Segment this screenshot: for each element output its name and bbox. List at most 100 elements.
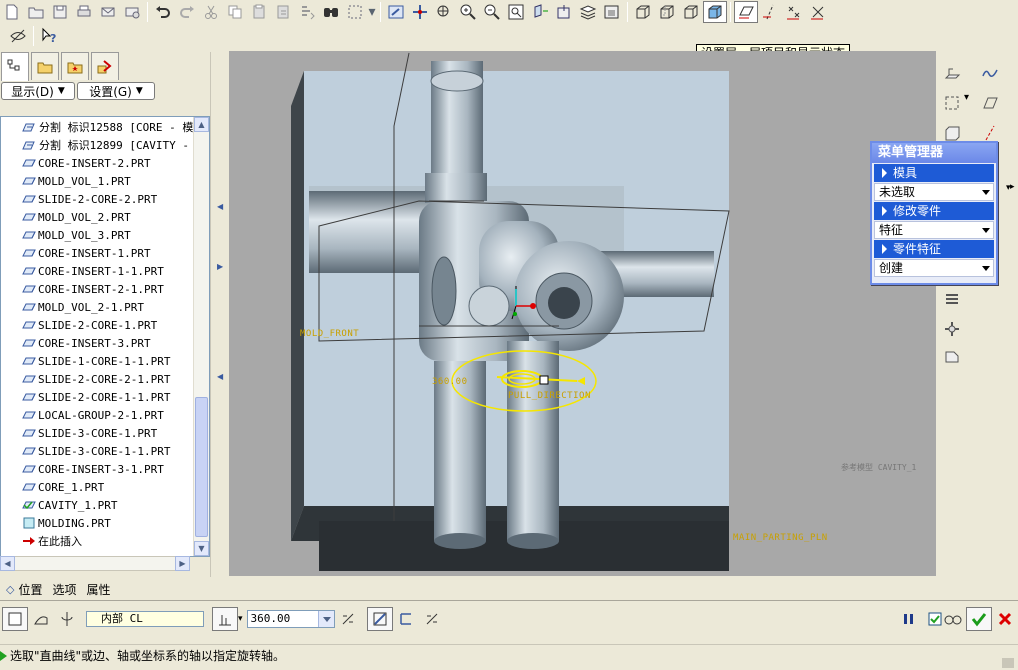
- layers-icon[interactable]: [576, 1, 600, 23]
- cancel-button[interactable]: [992, 607, 1018, 631]
- flip-side-icon[interactable]: [419, 607, 445, 631]
- dashboard-collapse-icon[interactable]: ◇: [6, 583, 14, 596]
- tree-vertical-scrollbar[interactable]: ▲ ▼: [193, 117, 209, 556]
- expand-right-icon[interactable]: ▶: [217, 262, 223, 271]
- shell-icon[interactable]: [940, 288, 964, 310]
- chevron-down-icon[interactable]: [317, 611, 334, 627]
- connections-tab[interactable]: [91, 52, 119, 80]
- paste-icon[interactable]: [247, 1, 271, 23]
- sash-divider[interactable]: ◀ ▶ ◀: [210, 52, 229, 577]
- hide-icon[interactable]: [6, 25, 30, 47]
- menu-select-create[interactable]: 创建: [874, 259, 994, 277]
- orient-mode-icon[interactable]: [432, 1, 456, 23]
- angle-type-icon[interactable]: [212, 607, 238, 631]
- tree-item[interactable]: MOLD_VOL_2.PRT: [1, 208, 195, 226]
- tree-item[interactable]: MOLD_VOL_3.PRT: [1, 226, 195, 244]
- tab-placement[interactable]: 位置: [18, 581, 42, 598]
- new-file-icon[interactable]: [0, 1, 24, 23]
- tree-item[interactable]: SLIDE-3-CORE-1-1.PRT: [1, 442, 195, 460]
- find-icon[interactable]: [319, 1, 343, 23]
- tree-item[interactable]: SLIDE-3-CORE-1.PRT: [1, 424, 195, 442]
- paste-special-icon[interactable]: [271, 1, 295, 23]
- undo-icon[interactable]: [151, 1, 175, 23]
- trim-icon[interactable]: [940, 92, 964, 114]
- tree-item[interactable]: CORE-INSERT-1.PRT: [1, 244, 195, 262]
- curve-icon[interactable]: [978, 62, 1002, 84]
- open-file-icon[interactable]: [24, 1, 48, 23]
- collapse-left-icon[interactable]: ◀: [217, 202, 223, 211]
- tree-item[interactable]: CORE-INSERT-1-1.PRT: [1, 262, 195, 280]
- email-icon[interactable]: [96, 1, 120, 23]
- tree-item[interactable]: SLIDE-2-CORE-1-1.PRT: [1, 388, 195, 406]
- chevron-down-icon[interactable]: ▾: [238, 614, 243, 624]
- refit-icon[interactable]: [504, 1, 528, 23]
- copy-icon[interactable]: [223, 1, 247, 23]
- verify-glasses-icon[interactable]: [940, 607, 966, 631]
- tree-item[interactable]: CAVITY_1.PRT: [1, 496, 195, 514]
- tree-item[interactable]: MOLD_VOL_1.PRT: [1, 172, 195, 190]
- axis-reference-field[interactable]: 内部 CL: [86, 611, 204, 627]
- tab-properties[interactable]: 属性: [87, 581, 111, 598]
- datum-points-icon[interactable]: [782, 1, 806, 23]
- email-link-icon[interactable]: [120, 1, 144, 23]
- scroll-right-icon[interactable]: ▶: [175, 556, 190, 571]
- model-tree-tab[interactable]: [1, 52, 29, 81]
- select-box-icon[interactable]: [343, 1, 367, 23]
- favorites-tab[interactable]: [61, 52, 89, 80]
- tree-item[interactable]: 分割 标识12899 [CAVITY - 模: [1, 136, 207, 154]
- scroll-thumb[interactable]: [195, 397, 208, 537]
- menu-header-modify-part[interactable]: 修改零件: [874, 202, 994, 220]
- hidden-line-icon[interactable]: [655, 1, 679, 23]
- solid-icon[interactable]: [2, 607, 28, 631]
- save-icon[interactable]: [48, 1, 72, 23]
- view-manager-icon[interactable]: [600, 1, 624, 23]
- tree-item[interactable]: 在此插入: [1, 532, 195, 550]
- tree-item[interactable]: 分割 标识12588 [CORE - 模具: [1, 118, 204, 136]
- collapse-left-icon[interactable]: ◀: [217, 372, 223, 381]
- cut-icon[interactable]: [199, 1, 223, 23]
- menu-select-feature[interactable]: 特征: [874, 221, 994, 239]
- tree-item[interactable]: MOLDING.PRT: [1, 514, 195, 532]
- zoom-in-icon[interactable]: [456, 1, 480, 23]
- datum-axes-icon[interactable]: [758, 1, 782, 23]
- context-help-icon[interactable]: ?: [37, 25, 61, 47]
- tree-item[interactable]: LOCAL-GROUP-2-1.PRT: [1, 406, 195, 424]
- regenerate-icon[interactable]: [295, 1, 319, 23]
- thicken-sketch-icon[interactable]: [393, 607, 419, 631]
- menu-select-mold[interactable]: 未选取: [874, 183, 994, 201]
- reorient-icon[interactable]: [528, 1, 552, 23]
- show-dropdown[interactable]: 显示(D) ▼: [1, 82, 75, 100]
- resize-grip[interactable]: [1002, 658, 1014, 668]
- repaint-icon[interactable]: [384, 1, 408, 23]
- folder-browser-tab[interactable]: [31, 52, 59, 80]
- tree-item[interactable]: CORE-INSERT-2.PRT: [1, 154, 195, 172]
- tree-item[interactable]: SLIDE-2-CORE-1.PRT: [1, 316, 195, 334]
- coordinate-systems-icon[interactable]: [806, 1, 830, 23]
- wireframe-icon[interactable]: [631, 1, 655, 23]
- menu-header-mold[interactable]: 模具: [874, 164, 994, 182]
- revolve-axis-icon[interactable]: [54, 607, 80, 631]
- angle-dimension-label[interactable]: 360.00: [432, 377, 468, 387]
- mold-component-icon[interactable]: [940, 62, 964, 84]
- tree-item[interactable]: CORE-INSERT-3-1.PRT: [1, 460, 195, 478]
- graphics-window[interactable]: MOLD_FRONT 360.00 PULL_DIRECTION 参考模型 CA…: [229, 51, 936, 576]
- surface-icon[interactable]: [28, 607, 54, 631]
- scroll-down-icon[interactable]: ▼: [194, 541, 209, 556]
- redo-icon[interactable]: [175, 1, 199, 23]
- remove-material-icon[interactable]: [366, 607, 393, 631]
- pattern-icon[interactable]: [940, 318, 964, 340]
- spin-center-icon[interactable]: [408, 1, 432, 23]
- confirm-button[interactable]: [966, 607, 992, 631]
- tree-item[interactable]: SLIDE-2-CORE-2.PRT: [1, 190, 195, 208]
- no-hidden-icon[interactable]: [679, 1, 703, 23]
- tree-item[interactable]: MOLD_VOL_2-1.PRT: [1, 298, 195, 316]
- pause-icon[interactable]: [896, 607, 922, 631]
- shading-icon[interactable]: [703, 1, 727, 23]
- tab-options[interactable]: 选项: [52, 581, 76, 598]
- chevron-down-icon[interactable]: ▾: [1006, 183, 1011, 193]
- tree-horizontal-scrollbar[interactable]: ◀ ▶: [0, 556, 190, 571]
- mirror-icon[interactable]: [940, 346, 964, 368]
- tree-item[interactable]: SLIDE-1-CORE-1-1.PRT: [1, 352, 195, 370]
- tree-item[interactable]: CORE_1.PRT: [1, 478, 195, 496]
- saved-views-icon[interactable]: [552, 1, 576, 23]
